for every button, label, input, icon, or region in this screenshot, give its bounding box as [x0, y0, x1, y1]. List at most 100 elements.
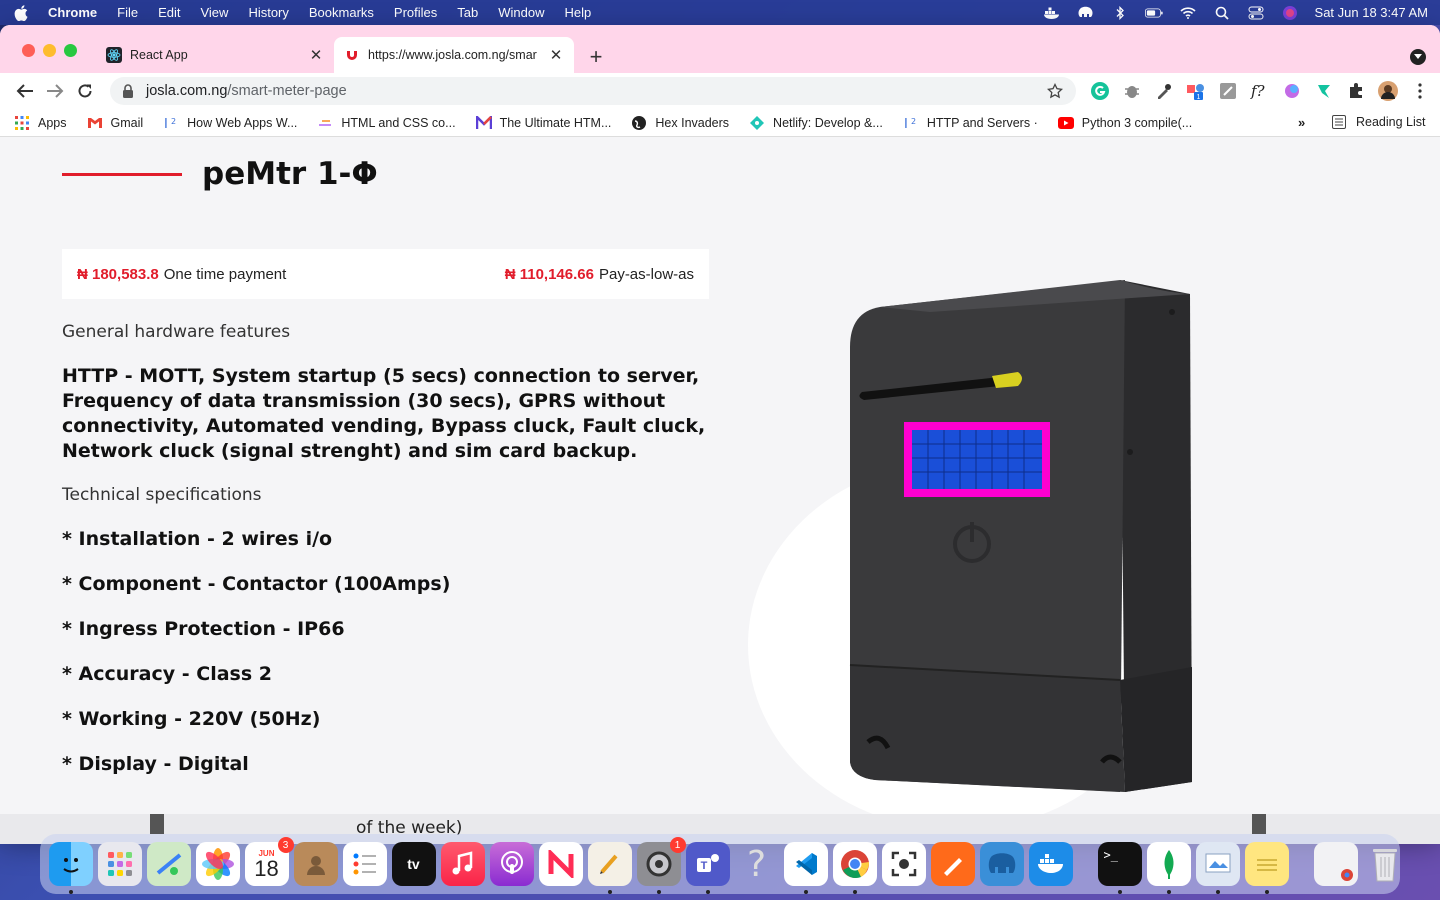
- spec-item: * Installation - 2 wires i/o: [62, 528, 333, 550]
- menu-bookmarks[interactable]: Bookmarks: [309, 5, 374, 20]
- bluetooth-icon[interactable]: [1111, 5, 1129, 20]
- reload-icon[interactable]: [70, 76, 100, 106]
- apple-tv-icon[interactable]: tv: [391, 842, 436, 886]
- running-indicator: [852, 890, 857, 894]
- bookmark-how-web-apps[interactable]: I2 How Web Apps W...: [163, 115, 297, 131]
- forward-arrow-icon[interactable]: [40, 76, 70, 106]
- sketch-pen-icon[interactable]: [930, 842, 975, 886]
- bookmark-star-icon[interactable]: [1046, 82, 1064, 100]
- eyedropper-extension-icon[interactable]: [1152, 79, 1176, 103]
- bookmark-label: How Web Apps W...: [187, 115, 298, 130]
- profile-avatar-icon[interactable]: [1376, 79, 1400, 103]
- menu-view[interactable]: View: [200, 5, 228, 20]
- podcasts-icon[interactable]: [489, 842, 534, 886]
- puzzle-extensions-icon[interactable]: [1344, 79, 1368, 103]
- running-indicator: [803, 890, 808, 894]
- running-indicator: [1264, 890, 1269, 894]
- bookmark-html-css[interactable]: HTML and CSS co...: [317, 115, 456, 131]
- notes-icon[interactable]: [1244, 842, 1289, 894]
- bookmark-netlify[interactable]: Netlify: Develop &...: [749, 115, 883, 131]
- news-icon[interactable]: [538, 842, 583, 886]
- chrome-menu-icon[interactable]: [1408, 79, 1432, 103]
- reminders-icon[interactable]: [342, 842, 387, 886]
- bookmarks-overflow-chevron-icon[interactable]: »: [1298, 115, 1305, 130]
- tab-close-icon[interactable]: ✕: [548, 47, 564, 64]
- bug-extension-icon[interactable]: [1120, 79, 1144, 103]
- mongodb-compass-icon[interactable]: [1146, 842, 1191, 894]
- bookmark-http-servers[interactable]: I2 HTTP and Servers ·: [903, 115, 1038, 131]
- script-editor-icon[interactable]: [587, 842, 632, 894]
- netlify-icon: [749, 115, 765, 131]
- color-extension-icon[interactable]: [1280, 79, 1304, 103]
- tab-josla[interactable]: https://www.josla.com.ng/smar ✕: [334, 37, 574, 73]
- menu-file[interactable]: File: [117, 5, 138, 20]
- battery-icon[interactable]: [1144, 6, 1163, 20]
- teal-extension-icon[interactable]: [1312, 79, 1336, 103]
- bookmark-hex-invaders[interactable]: Hex Invaders: [631, 115, 729, 131]
- menu-history[interactable]: History: [248, 5, 288, 20]
- minimize-window-button[interactable]: [43, 44, 56, 57]
- menu-profiles[interactable]: Profiles: [394, 5, 437, 20]
- teams-icon[interactable]: T: [685, 842, 730, 894]
- new-tab-plus-icon[interactable]: +: [584, 44, 608, 69]
- address-bar[interactable]: josla.com.ng /smart-meter-page: [110, 77, 1076, 105]
- page-content: peMtr 1-Φ ₦ 180,583.8 One time payment ₦…: [0, 142, 1440, 833]
- system-preferences-icon[interactable]: 1: [636, 837, 686, 894]
- menu-tab[interactable]: Tab: [457, 5, 478, 20]
- tab-close-icon[interactable]: ✕: [308, 47, 324, 64]
- menu-window[interactable]: Window: [498, 5, 544, 20]
- control-center-icon[interactable]: [1247, 6, 1265, 20]
- menu-help[interactable]: Help: [565, 5, 592, 20]
- zoom-window-button[interactable]: [64, 44, 77, 57]
- calendar-icon[interactable]: JUN 18 3: [244, 837, 294, 886]
- help-question-icon[interactable]: ?: [735, 842, 779, 886]
- running-indicator: [705, 890, 710, 894]
- function-extension-icon[interactable]: f?: [1248, 79, 1272, 103]
- launchpad-icon[interactable]: [97, 842, 142, 886]
- close-window-button[interactable]: [22, 44, 35, 57]
- bookmark-ultimate-html[interactable]: The Ultimate HTM...: [475, 115, 611, 131]
- vscode-icon[interactable]: [783, 842, 828, 894]
- docker-status-icon[interactable]: [1043, 6, 1061, 20]
- docker-icon[interactable]: [1028, 842, 1073, 886]
- chrome-icon[interactable]: [832, 842, 877, 894]
- screenshot-icon[interactable]: [881, 842, 926, 886]
- reading-list-button[interactable]: Reading List: [1332, 114, 1426, 130]
- spotlight-search-icon[interactable]: [1213, 6, 1231, 20]
- shapes-extension-icon[interactable]: 1: [1184, 79, 1208, 103]
- finder-icon[interactable]: [48, 842, 93, 894]
- bookmark-gmail[interactable]: Gmail: [87, 115, 143, 131]
- bookmark-apps[interactable]: Apps: [14, 115, 67, 131]
- grammarly-extension-icon[interactable]: [1088, 79, 1112, 103]
- terminal-icon[interactable]: >_: [1097, 842, 1142, 894]
- apps-grid-icon: [14, 115, 30, 131]
- tab-strip: React App ✕ https://www.josla.com.ng/sma…: [0, 25, 1440, 73]
- preview-icon[interactable]: [1195, 842, 1240, 894]
- bookmark-python-compile[interactable]: Python 3 compile(...: [1057, 115, 1192, 131]
- tableplus-elephant-icon[interactable]: [979, 842, 1024, 886]
- siri-icon[interactable]: [1281, 5, 1299, 20]
- trash-icon[interactable]: [1363, 842, 1407, 886]
- music-icon[interactable]: [440, 842, 485, 886]
- tab-react-app[interactable]: React App ✕: [96, 37, 334, 73]
- lock-icon[interactable]: [122, 84, 136, 98]
- minimized-chrome-window-icon[interactable]: [1313, 842, 1358, 886]
- menubar-clock[interactable]: Sat Jun 18 3:47 AM: [1315, 5, 1428, 20]
- back-arrow-icon[interactable]: [10, 76, 40, 106]
- apple-logo-icon[interactable]: [12, 4, 30, 22]
- settings-badge: 1: [669, 837, 686, 853]
- tab-search-chevron-icon[interactable]: [1410, 49, 1426, 65]
- menu-app-name[interactable]: Chrome: [48, 5, 97, 20]
- photos-icon[interactable]: [195, 842, 240, 886]
- elephant-status-icon[interactable]: [1077, 6, 1095, 20]
- stylus-extension-icon[interactable]: [1216, 79, 1240, 103]
- price-one-time: ₦ 180,583.8: [77, 265, 159, 283]
- features-text: HTTP - MOTT, System startup (5 secs) con…: [62, 365, 706, 462]
- calendar-badge: 3: [277, 837, 294, 853]
- react-favicon-icon: [106, 47, 122, 63]
- contacts-icon[interactable]: [293, 842, 338, 886]
- maps-icon[interactable]: [146, 842, 191, 886]
- menu-edit[interactable]: Edit: [158, 5, 180, 20]
- wifi-icon[interactable]: [1179, 6, 1197, 20]
- tab-title: React App: [130, 48, 188, 62]
